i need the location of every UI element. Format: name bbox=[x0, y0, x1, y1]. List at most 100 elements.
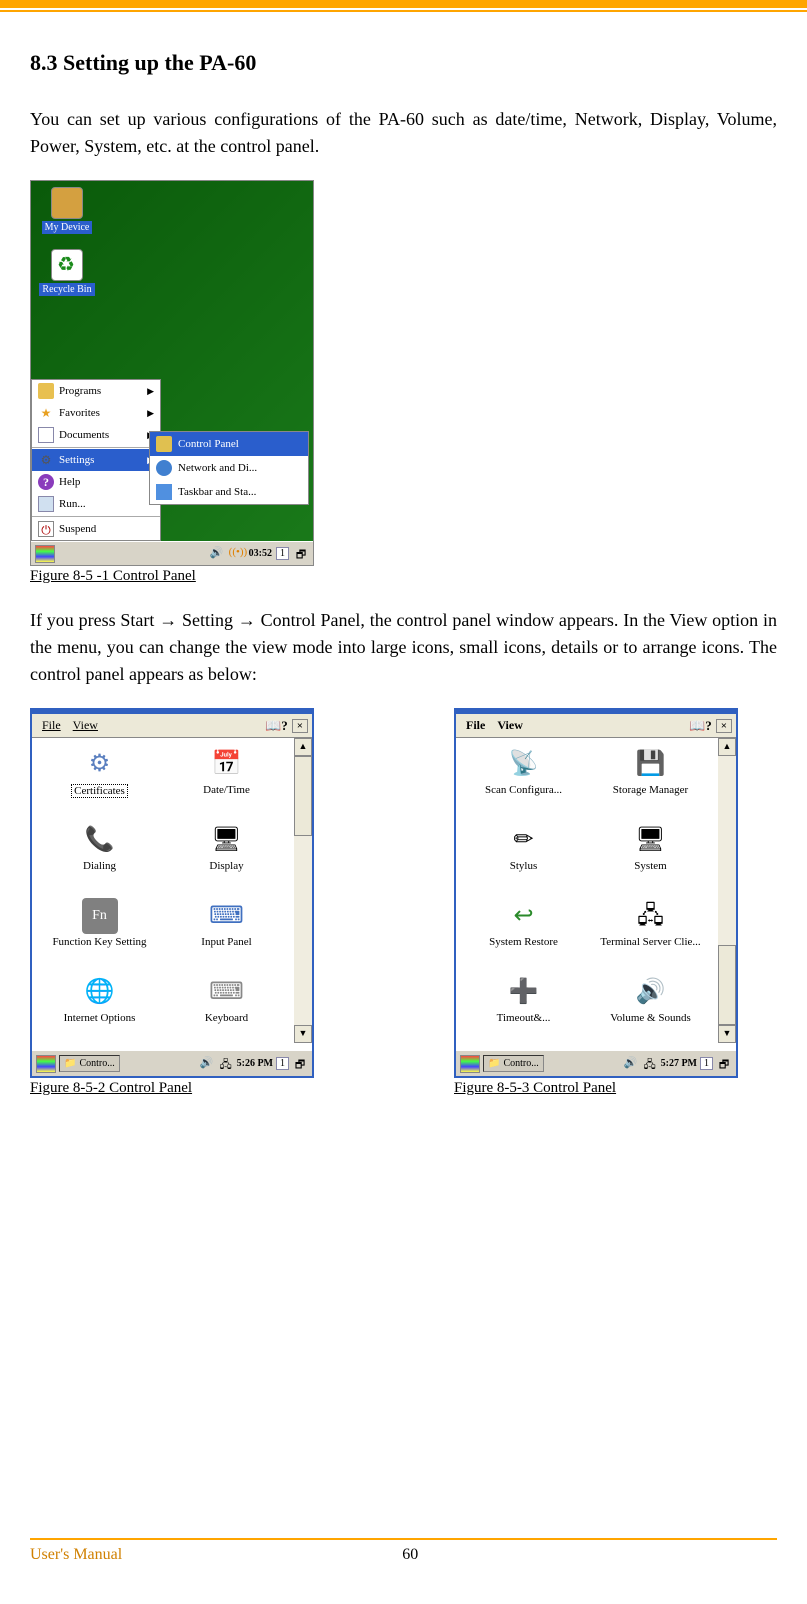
footer-accent-line bbox=[30, 1538, 777, 1540]
cp-item-dialing[interactable]: 📞Dialing bbox=[36, 822, 163, 894]
taskbar-clock[interactable]: 5:26 PM bbox=[237, 1058, 273, 1069]
keyboard-icon: ⌨ bbox=[209, 898, 245, 934]
menu-view[interactable]: View bbox=[67, 716, 104, 735]
restore-icon: ↩ bbox=[506, 898, 542, 934]
cp-item-terminal[interactable]: 🖧Terminal Server Clie... bbox=[587, 898, 714, 970]
taskbar: 🔊 ((•)) 03:52 1 🗗 bbox=[31, 541, 313, 565]
close-button[interactable]: × bbox=[716, 719, 732, 733]
start-button[interactable] bbox=[36, 1055, 56, 1073]
programs-label: Programs bbox=[59, 385, 101, 397]
section-number: 8.3 bbox=[30, 50, 58, 75]
control-panel-window-2: File View 📖? × ⚙Certificates 📅Date/Time … bbox=[30, 708, 314, 1078]
figure-1-caption: Figure 8-5 -1 Control Panel bbox=[30, 568, 777, 585]
phone-icon: 📞 bbox=[82, 822, 118, 858]
cp-item-restore[interactable]: ↩System Restore bbox=[460, 898, 587, 970]
tray-windows-icon[interactable]: 🗗 bbox=[292, 1056, 308, 1072]
tray-signal-icon[interactable]: ((•)) bbox=[229, 546, 245, 562]
fn-icon: Fn bbox=[82, 898, 118, 934]
tray-indicator[interactable]: 1 bbox=[276, 1057, 289, 1070]
scroll-thumb[interactable] bbox=[718, 945, 736, 1025]
cp-item-certificates[interactable]: ⚙Certificates bbox=[36, 746, 163, 818]
start-item-documents[interactable]: Documents ▶ bbox=[32, 424, 160, 446]
tray-speaker-icon[interactable]: 🔊 bbox=[199, 1056, 215, 1072]
control-panel-body: 📡Scan Configura... 💾Storage Manager ✏Sty… bbox=[456, 738, 736, 1043]
start-menu: Programs ▶ ★ Favorites ▶ Documents ▶ ⚙ S… bbox=[31, 379, 161, 541]
submenu-control-panel[interactable]: Control Panel bbox=[150, 432, 308, 456]
submenu-taskbar[interactable]: Taskbar and Sta... bbox=[150, 480, 308, 504]
menu-file[interactable]: File bbox=[36, 716, 67, 735]
cp-item-storage[interactable]: 💾Storage Manager bbox=[587, 746, 714, 818]
scroll-down-button[interactable]: ▼ bbox=[718, 1025, 736, 1043]
cp-item-timeout[interactable]: ➕Timeout&... bbox=[460, 974, 587, 1046]
menubar: File View 📖? × bbox=[32, 714, 312, 738]
help-icon[interactable]: 📖? bbox=[265, 718, 288, 734]
globe-icon bbox=[156, 460, 172, 476]
tray-indicator[interactable]: 1 bbox=[276, 547, 289, 560]
storage-icon: 💾 bbox=[633, 746, 669, 782]
suspend-label: Suspend bbox=[59, 523, 96, 535]
scroll-track[interactable] bbox=[718, 756, 736, 1025]
tray-windows-icon[interactable]: 🗗 bbox=[716, 1056, 732, 1072]
cp-item-scan[interactable]: 📡Scan Configura... bbox=[460, 746, 587, 818]
taskbar-app-button[interactable]: 📁 Contro... bbox=[483, 1055, 544, 1072]
start-item-suspend[interactable]: ⏻ Suspend bbox=[32, 518, 160, 540]
cp-item-stylus[interactable]: ✏Stylus bbox=[460, 822, 587, 894]
figure-row: File View 📖? × ⚙Certificates 📅Date/Time … bbox=[30, 708, 777, 1097]
network-label: Network and Di... bbox=[178, 462, 257, 474]
scroll-track[interactable] bbox=[294, 756, 312, 1025]
top-accent-bar bbox=[0, 0, 807, 8]
cp-item-display[interactable]: 🖥Display bbox=[163, 822, 290, 894]
start-item-settings[interactable]: ⚙ Settings ▶ bbox=[32, 449, 160, 471]
cp-item-internet[interactable]: 🌐Internet Options bbox=[36, 974, 163, 1046]
computer-icon: 🖥 bbox=[633, 822, 669, 858]
tray-speaker-icon[interactable]: 🔊 bbox=[623, 1056, 639, 1072]
control-panel-icon bbox=[156, 436, 172, 452]
cp-item-system[interactable]: 🖥System bbox=[587, 822, 714, 894]
programs-folder-icon bbox=[38, 383, 54, 399]
start-button[interactable] bbox=[35, 545, 55, 563]
scrollbar[interactable]: ▲ ▼ bbox=[718, 738, 736, 1043]
taskbar-clock[interactable]: 5:27 PM bbox=[661, 1058, 697, 1069]
footer-page-number: 60 bbox=[402, 1546, 418, 1564]
recycle-bin-icon[interactable]: Recycle Bin bbox=[37, 249, 97, 296]
gear-icon: ⚙ bbox=[38, 452, 54, 468]
scrollbar[interactable]: ▲ ▼ bbox=[294, 738, 312, 1043]
taskbar-app-button[interactable]: 📁 Contro... bbox=[59, 1055, 120, 1072]
tray-network-icon[interactable]: 🖧 bbox=[218, 1056, 234, 1072]
tray-windows-icon[interactable]: 🗗 bbox=[293, 546, 309, 562]
cp-item-keyboard[interactable]: ⌨Keyboard bbox=[163, 974, 290, 1046]
scroll-thumb[interactable] bbox=[294, 756, 312, 836]
tray-speaker-icon[interactable]: 🔊 bbox=[209, 546, 225, 562]
scroll-up-button[interactable]: ▲ bbox=[294, 738, 312, 756]
submenu-network[interactable]: Network and Di... bbox=[150, 456, 308, 480]
taskbar-app-icon: 📁 bbox=[64, 1058, 76, 1069]
run-label: Run... bbox=[59, 498, 86, 510]
pen-icon: ✏ bbox=[506, 822, 542, 858]
start-item-programs[interactable]: Programs ▶ bbox=[32, 380, 160, 402]
tray-network-icon[interactable]: 🖧 bbox=[642, 1056, 658, 1072]
scroll-down-button[interactable]: ▼ bbox=[294, 1025, 312, 1043]
help-icon[interactable]: 📖? bbox=[689, 718, 712, 734]
taskbar-label: Taskbar and Sta... bbox=[178, 486, 256, 498]
recycle-icon bbox=[51, 249, 83, 281]
scroll-up-button[interactable]: ▲ bbox=[718, 738, 736, 756]
cp-item-datetime[interactable]: 📅Date/Time bbox=[163, 746, 290, 818]
start-item-help[interactable]: ? Help bbox=[32, 471, 160, 493]
device-icon bbox=[51, 187, 83, 219]
cp-item-volume[interactable]: 🔊Volume & Sounds bbox=[587, 974, 714, 1046]
start-item-run[interactable]: Run... bbox=[32, 493, 160, 515]
help-label: Help bbox=[59, 476, 80, 488]
figure-1-block: My Device Recycle Bin Programs ▶ ★ Favor… bbox=[30, 180, 777, 585]
tray-indicator[interactable]: 1 bbox=[700, 1057, 713, 1070]
settings-submenu: Control Panel Network and Di... Taskbar … bbox=[149, 431, 309, 505]
start-item-favorites[interactable]: ★ Favorites ▶ bbox=[32, 402, 160, 424]
start-button[interactable] bbox=[460, 1055, 480, 1073]
close-button[interactable]: × bbox=[292, 719, 308, 733]
cp-item-inputpanel[interactable]: ⌨Input Panel bbox=[163, 898, 290, 970]
cp-item-functionkey[interactable]: FnFunction Key Setting bbox=[36, 898, 163, 970]
menu-view[interactable]: View bbox=[491, 716, 529, 735]
taskbar-clock[interactable]: 03:52 bbox=[249, 548, 272, 559]
my-device-icon[interactable]: My Device bbox=[37, 187, 97, 234]
figure-3-caption: Figure 8-5-3 Control Panel bbox=[454, 1080, 738, 1097]
menu-file[interactable]: File bbox=[460, 716, 491, 735]
